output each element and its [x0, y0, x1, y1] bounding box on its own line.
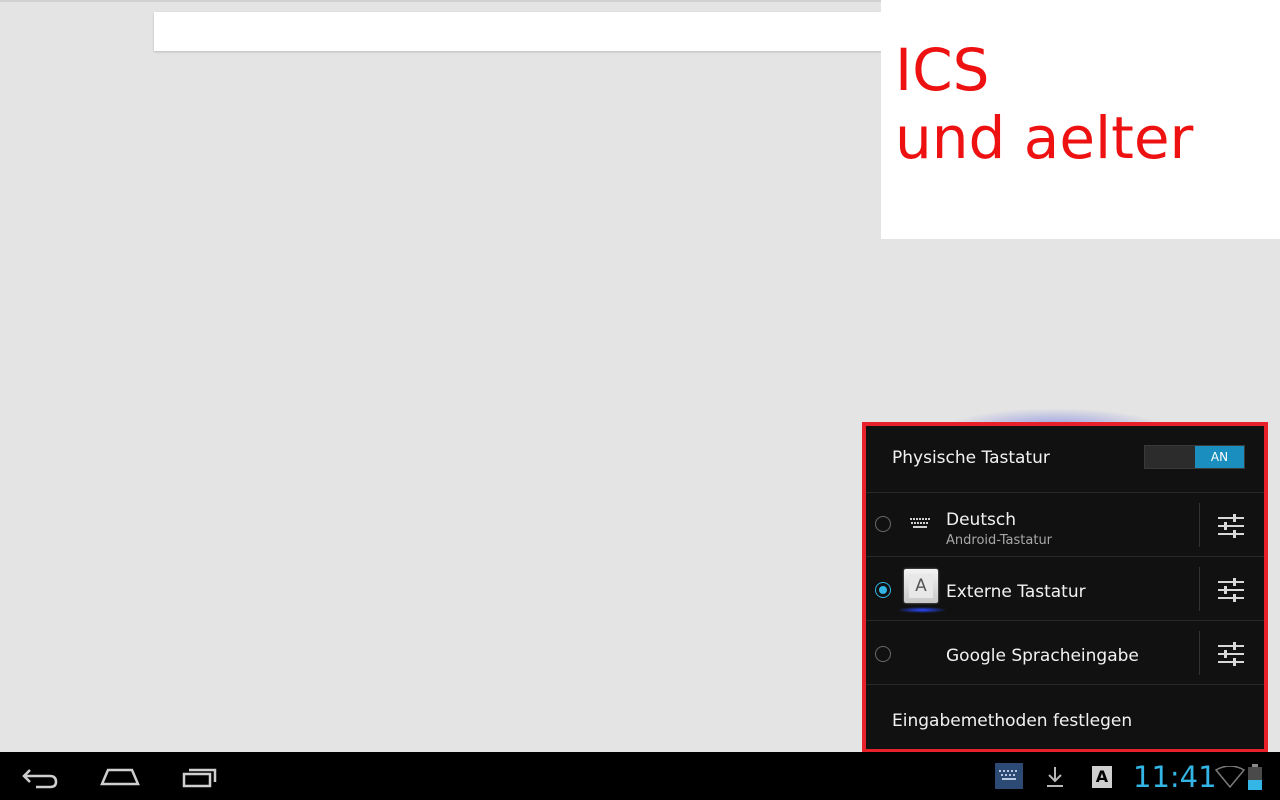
annotation-line-1: ICS [895, 36, 990, 104]
ime-title-deutsch: Deutsch [946, 510, 1016, 530]
setup-input-methods-row[interactable]: Eingabemethoden festlegen [866, 684, 1264, 749]
radio-externe-tastatur[interactable] [875, 582, 891, 598]
radio-deutsch[interactable] [875, 516, 891, 532]
settings-sliders-icon[interactable] [1218, 513, 1244, 539]
download-icon[interactable] [1045, 765, 1065, 789]
home-icon[interactable] [96, 760, 144, 792]
wifi-icon[interactable] [1215, 766, 1245, 788]
external-keyboard-icon: A [904, 569, 938, 603]
physical-keyboard-row: Physische Tastatur AN [866, 426, 1264, 493]
ime-item-deutsch[interactable]: Deutsch Android-Tastatur [866, 493, 1264, 557]
vertical-divider [1199, 503, 1200, 547]
selection-glow [898, 607, 946, 613]
settings-sliders-icon[interactable] [1218, 577, 1244, 603]
input-method-panel: Physische Tastatur AN Deutsch Android-Ta… [862, 422, 1268, 753]
recent-apps-icon[interactable] [176, 760, 224, 792]
back-icon[interactable] [16, 760, 64, 792]
physical-keyboard-toggle[interactable]: AN [1144, 445, 1245, 469]
vertical-divider [1199, 631, 1200, 675]
keyboard-icon [910, 518, 930, 528]
search-bar[interactable] [154, 12, 881, 51]
clock[interactable]: 11:41 [1133, 760, 1217, 794]
radio-google-spracheingabe[interactable] [875, 646, 891, 662]
vertical-divider [1199, 567, 1200, 611]
external-keyboard-letter: A [909, 574, 933, 598]
keyboard-notification-icon[interactable] [995, 763, 1023, 789]
system-navigation-bar: A 11:41 [0, 752, 1280, 800]
physical-keyboard-label: Physische Tastatur [892, 448, 1050, 468]
ime-title-externe-tastatur: Externe Tastatur [946, 582, 1086, 602]
ime-item-google-spracheingabe[interactable]: Google Spracheingabe [866, 621, 1264, 685]
settings-sliders-icon[interactable] [1218, 641, 1244, 667]
annotation-box: ICS und aelter [881, 0, 1280, 239]
external-keyboard-tray-icon[interactable]: A [1092, 766, 1112, 788]
ime-subtitle-deutsch: Android-Tastatur [946, 533, 1053, 548]
battery-icon[interactable] [1248, 764, 1262, 790]
toggle-on-label: AN [1195, 446, 1244, 468]
annotation-line-2: und aelter [895, 104, 1194, 172]
setup-input-methods-label: Eingabemethoden festlegen [892, 711, 1133, 731]
ime-item-externe-tastatur[interactable]: A Externe Tastatur [866, 557, 1264, 621]
ime-title-google-spracheingabe: Google Spracheingabe [946, 646, 1139, 666]
